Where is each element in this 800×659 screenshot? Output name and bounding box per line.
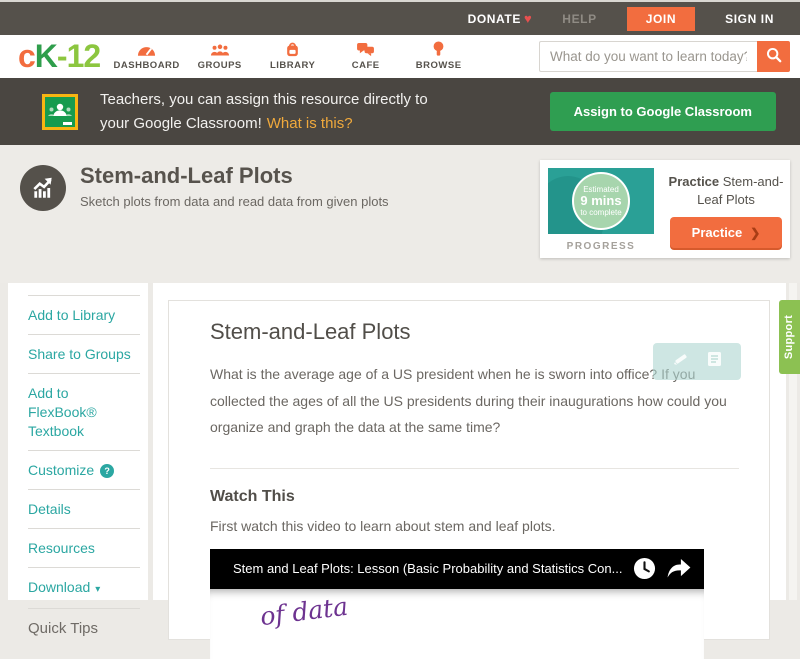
google-classroom-icon (42, 94, 78, 130)
note-icon[interactable] (707, 351, 722, 372)
assign-to-classroom-button[interactable]: Assign to Google Classroom (550, 92, 776, 131)
what-is-this-link[interactable]: What is this? (267, 115, 353, 132)
donate-link[interactable]: DONATE♥ (468, 11, 533, 26)
sidebar: Add to Library Share to Groups Add to Fl… (8, 283, 148, 600)
nav-browse[interactable]: BROWSE (402, 42, 475, 71)
practice-button[interactable]: Practice❯ (670, 217, 782, 248)
nav-cafe[interactable]: CAFE (329, 42, 402, 71)
practice-thumbnail[interactable]: Estimated 9 mins to complete (548, 168, 654, 234)
concept-header: Stem-and-Leaf Plots Sketch plots from da… (0, 145, 800, 283)
sidebar-item-download[interactable]: Download▾ (28, 567, 140, 608)
practice-title: Practice Stem-and-Leaf Plots (667, 173, 785, 208)
lightbulb-icon (402, 42, 475, 57)
sidebar-item-add-to-library[interactable]: Add to Library (28, 295, 140, 334)
highlight-pencil-icon[interactable] (672, 351, 688, 372)
watch-later-clock-icon[interactable] (633, 557, 656, 580)
video-title-bar: Stem and Leaf Plots: Lesson (Basic Proba… (210, 549, 704, 589)
sidebar-item-quick-tips[interactable]: Quick Tips (28, 608, 140, 647)
nav-groups[interactable]: GROUPS (183, 42, 256, 71)
content-area: Add to Library Share to Groups Add to Fl… (0, 283, 800, 600)
classroom-banner: Teachers, you can assign this resource d… (0, 78, 800, 145)
signin-link[interactable]: SIGN IN (725, 12, 774, 26)
sidebar-item-details[interactable]: Details (28, 489, 140, 528)
gauge-icon (110, 42, 183, 57)
sidebar-item-add-to-flexbook[interactable]: Add to FlexBook® Textbook (28, 373, 140, 450)
lesson-card: Stem-and-Leaf Plots What is the average … (168, 300, 770, 640)
video-title[interactable]: Stem and Leaf Plots: Lesson (Basic Proba… (233, 561, 622, 576)
nav-groups-label: GROUPS (183, 60, 256, 71)
video-frame[interactable]: of data (210, 589, 704, 659)
main-panel: Stem-and-Leaf Plots What is the average … (153, 283, 786, 600)
sidebar-item-share-to-groups[interactable]: Share to Groups (28, 334, 140, 373)
caret-down-icon: ▾ (95, 584, 100, 595)
support-tab[interactable]: Support (779, 300, 800, 374)
help-question-icon[interactable]: ? (100, 464, 114, 478)
search-button[interactable] (757, 41, 790, 72)
section-divider (210, 468, 739, 469)
watch-this-text: First watch this video to learn about st… (210, 518, 729, 534)
sidebar-item-resources[interactable]: Resources (28, 528, 140, 567)
join-button[interactable]: JOIN (627, 7, 695, 31)
backpack-icon (256, 42, 329, 57)
nav-library-label: LIBRARY (256, 60, 329, 71)
search-icon (766, 47, 782, 66)
primary-nav: DASHBOARD GROUPS LIBRARY CAFE BROWSE (110, 42, 475, 71)
nav-library[interactable]: LIBRARY (256, 42, 329, 71)
share-arrow-icon[interactable] (667, 559, 691, 578)
topbar: DONATE♥ HELP JOIN SIGN IN (0, 0, 800, 35)
practice-action-panel: Practice Stem-and-Leaf Plots Practice❯ (662, 160, 790, 258)
ck12-logo[interactable]: cK-12 (18, 40, 100, 72)
people-icon (183, 42, 256, 57)
video-handwriting-text: of data (259, 592, 350, 632)
watch-this-heading: Watch This (210, 488, 729, 506)
practice-card: Estimated 9 mins to complete PROGRESS Pr… (540, 160, 790, 258)
search-box (539, 41, 790, 72)
chart-arrow-icon (20, 165, 66, 211)
nav-dashboard-label: DASHBOARD (110, 60, 183, 71)
chevron-right-icon: ❯ (750, 226, 760, 240)
classroom-banner-text: Teachers, you can assign this resource d… (100, 88, 428, 135)
search-input[interactable] (539, 41, 757, 72)
chat-bubbles-icon (329, 42, 402, 57)
estimated-time-badge: Estimated 9 mins to complete (572, 172, 630, 230)
nav-browse-label: BROWSE (402, 60, 475, 71)
lesson-intro: What is the average age of a US presiden… (210, 361, 729, 441)
help-link[interactable]: HELP (562, 12, 596, 26)
annotation-toolbar (653, 343, 741, 380)
progress-label: PROGRESS (548, 241, 654, 252)
sidebar-item-customize[interactable]: Customize? (28, 450, 140, 489)
video-player[interactable]: Stem and Leaf Plots: Lesson (Basic Proba… (210, 549, 704, 659)
lesson-heading: Stem-and-Leaf Plots (210, 319, 729, 345)
heart-icon: ♥ (524, 11, 532, 26)
nav-dashboard[interactable]: DASHBOARD (110, 42, 183, 71)
practice-progress-panel: Estimated 9 mins to complete PROGRESS (540, 160, 662, 258)
nav-cafe-label: CAFE (329, 60, 402, 71)
navbar: cK-12 DASHBOARD GROUPS LIBRARY CAFE (0, 35, 800, 78)
